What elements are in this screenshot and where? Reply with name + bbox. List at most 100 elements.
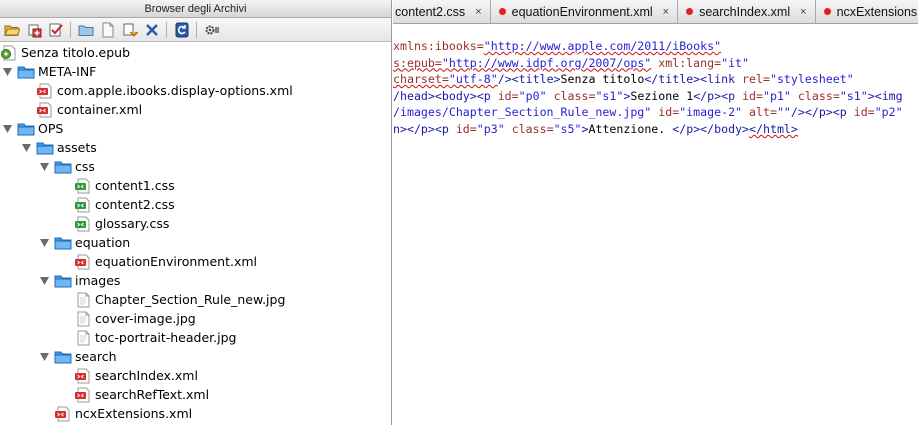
- tree-file-row[interactable]: toc-portrait-header.jpg: [74, 328, 236, 347]
- disclosure-triangle-icon[interactable]: [39, 161, 50, 172]
- disclosure-triangle-icon[interactable]: [39, 351, 50, 362]
- editor-tab[interactable]: content2.css ×: [393, 0, 491, 24]
- disclosure-triangle-icon[interactable]: [39, 237, 50, 248]
- disclosure-triangle-icon[interactable]: [2, 123, 13, 134]
- editor-tab[interactable]: equationEnvironment.xml ×: [491, 0, 679, 24]
- modified-dot-icon: [823, 8, 831, 15]
- tree-file-row[interactable]: equationEnvironment.xml: [74, 252, 257, 271]
- code-token: Senza titolo: [560, 72, 645, 87]
- tree-folder-row[interactable]: css: [39, 157, 95, 176]
- tree-folder-row[interactable]: META-INF: [2, 62, 96, 81]
- tree-item-label: search: [75, 349, 117, 364]
- code-line: s:epub="http://www.idpf.org/2007/ops" xm…: [393, 55, 903, 72]
- code-token: xmlns:ibooks=: [393, 39, 484, 53]
- tree-item-label: images: [75, 273, 121, 288]
- image-file-icon: [74, 330, 92, 346]
- code-token: id=: [742, 88, 764, 103]
- code-token: "s1": [595, 88, 624, 103]
- file-browser-panel: Browser degli Archivi Senza titolo.epub …: [0, 0, 392, 425]
- xml-file-icon: [74, 368, 92, 384]
- editor-tab[interactable]: searchIndex.xml ×: [678, 0, 816, 24]
- tab-label: searchIndex.xml: [699, 4, 791, 19]
- tree-item-label: cover-image.jpg: [95, 311, 196, 326]
- code-token: "p3": [476, 121, 505, 136]
- tab-label: content2.css: [395, 4, 466, 19]
- tree-item-label: OPS: [38, 121, 64, 136]
- code-token: id=: [455, 121, 477, 136]
- code-token: id=: [853, 105, 875, 120]
- tree-item-label: assets: [57, 140, 97, 155]
- tree-file-row[interactable]: glossary.css: [74, 214, 169, 233]
- code-line: charset="utf-8"/><title>Senza titolo</ti…: [393, 71, 903, 88]
- code-token: "stylesheet": [769, 72, 854, 87]
- code-token: "s1": [839, 88, 868, 103]
- css-file-icon: [74, 178, 92, 194]
- toolbar-separator: [196, 21, 197, 38]
- refresh-icon[interactable]: [172, 20, 191, 39]
- code-token: xml:lang=: [658, 55, 722, 70]
- code-token: "image-2": [679, 105, 743, 120]
- code-token: id=: [658, 105, 680, 120]
- close-tab-icon[interactable]: ×: [800, 6, 806, 18]
- new-folder-icon[interactable]: [76, 20, 95, 39]
- xml-file-icon: [74, 387, 92, 403]
- tree-file-row[interactable]: content2.css: [74, 195, 175, 214]
- tree-folder-row[interactable]: equation: [39, 233, 130, 252]
- tree-file-row[interactable]: searchIndex.xml: [74, 366, 198, 385]
- code-editor[interactable]: xmlns:ibooks="http://www.apple.com/2011/…: [393, 38, 903, 138]
- tree-item-label: equation: [75, 235, 131, 250]
- open-folder-icon[interactable]: [2, 20, 21, 39]
- code-token: "http://www.apple.com/2011/iBooks": [483, 39, 722, 53]
- code-token: rel=: [742, 72, 770, 87]
- xml-file-icon: [54, 406, 72, 422]
- code-token: /></p><p: [790, 105, 854, 120]
- tree-item-label: css: [75, 159, 95, 174]
- tree-folder-row[interactable]: search: [39, 347, 117, 366]
- xml-file-icon: [74, 254, 92, 270]
- validate-icon[interactable]: [46, 20, 65, 39]
- disclosure-triangle-icon[interactable]: [2, 66, 13, 77]
- tree-file-row[interactable]: cover-image.jpg: [74, 309, 196, 328]
- code-line: /head><body><p id="p0" class="s1">Sezion…: [393, 88, 903, 105]
- disclosure-triangle-icon[interactable]: [39, 275, 50, 286]
- code-token: /images/Chapter_Section_Rule_new.jpg": [393, 105, 652, 120]
- tree-file-row[interactable]: container.xml: [36, 100, 142, 119]
- new-file-icon[interactable]: [98, 20, 117, 39]
- editor-panel: content2.css × equationEnvironment.xml × sea…: [393, 0, 918, 425]
- tree-file-row[interactable]: Chapter_Section_Rule_new.jpg: [74, 290, 285, 309]
- settings-icon[interactable]: [202, 20, 221, 39]
- tab-label: equationEnvironment.xml: [511, 4, 653, 19]
- tree-file-row[interactable]: searchRefText.xml: [74, 385, 209, 404]
- css-file-icon: [74, 216, 92, 232]
- folder-icon: [54, 235, 72, 251]
- disclosure-triangle-icon[interactable]: [21, 142, 32, 153]
- tree-item-label: toc-portrait-header.jpg: [95, 330, 237, 345]
- editor-tab[interactable]: ncxExtensions.xml×: [816, 0, 918, 24]
- code-token: ><img: [867, 88, 903, 103]
- image-file-icon: [74, 292, 92, 308]
- tree-file-row[interactable]: Senza titolo.epub: [0, 43, 130, 62]
- delete-icon[interactable]: [142, 20, 161, 39]
- tree-folder-row[interactable]: assets: [21, 138, 97, 157]
- close-tab-icon[interactable]: ×: [663, 6, 669, 18]
- code-token: charset=: [393, 72, 449, 87]
- file-browser-toolbar: [0, 18, 391, 42]
- folder-icon: [54, 349, 72, 365]
- code-token: "it": [721, 55, 750, 70]
- close-tab-icon[interactable]: ×: [475, 6, 481, 18]
- code-token: class=: [511, 121, 554, 136]
- tree-file-row[interactable]: com.apple.ibooks.display-options.xml: [36, 81, 293, 100]
- tree-file-row[interactable]: ncxExtensions.xml: [54, 404, 192, 423]
- tree-folder-row[interactable]: OPS: [2, 119, 63, 138]
- tree-folder-row[interactable]: images: [39, 271, 120, 290]
- toolbar-separator: [166, 21, 167, 38]
- tree-item-label: searchRefText.xml: [95, 387, 210, 402]
- tree-item-label: searchIndex.xml: [95, 368, 198, 383]
- code-token: class=: [797, 88, 840, 103]
- code-token: id=: [497, 88, 519, 103]
- tree-file-row[interactable]: content1.css: [74, 176, 175, 195]
- import-icon[interactable]: [120, 20, 139, 39]
- add-file-icon[interactable]: [24, 20, 43, 39]
- folder-icon: [54, 159, 72, 175]
- css-file-icon: [74, 197, 92, 213]
